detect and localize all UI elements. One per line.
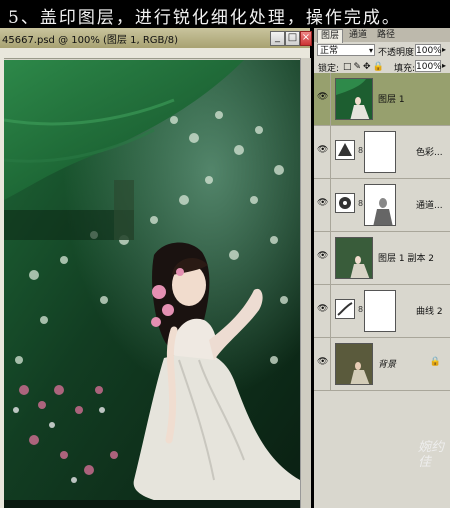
layer-thumbnail bbox=[335, 237, 373, 279]
step-caption: 5、盖印图层，进行锐化细化处理，操作完成。 bbox=[8, 8, 401, 28]
visibility-eye-icon[interactable]: 👁 bbox=[317, 251, 328, 261]
layer-name: 背景 bbox=[378, 360, 397, 370]
visibility-eye-icon[interactable]: 👁 bbox=[317, 198, 328, 208]
blend-mode-select[interactable]: 正常 ▾ bbox=[317, 44, 375, 56]
maximize-button[interactable]: □ bbox=[285, 31, 300, 46]
fill-arrow-icon[interactable]: ▸ bbox=[442, 61, 446, 70]
column-divider bbox=[330, 232, 331, 284]
layer-row[interactable]: 👁 图层 1 bbox=[314, 73, 450, 126]
mask-artwork bbox=[365, 185, 395, 225]
visibility-eye-icon[interactable]: 👁 bbox=[317, 304, 328, 314]
lock-row: 锁定: □✎✥🔒 填充: 100% ▸ bbox=[314, 59, 450, 74]
column-divider bbox=[330, 126, 331, 178]
opacity-label: 不透明度: bbox=[378, 48, 418, 58]
thumbnail-artwork bbox=[336, 79, 372, 119]
thumbnail-artwork bbox=[336, 238, 372, 278]
layer-name: 图层 1 副本 2 bbox=[378, 254, 435, 264]
layer-thumbnail bbox=[335, 343, 373, 385]
tutorial-caption-banner: 5、盖印图层，进行锐化细化处理，操作完成。 bbox=[0, 0, 450, 28]
color-balance-adjustment-icon bbox=[335, 140, 355, 160]
top-ruler bbox=[0, 48, 310, 59]
visibility-eye-icon[interactable]: 👁 bbox=[317, 145, 328, 155]
fill-input[interactable]: 100% bbox=[415, 60, 442, 72]
minimize-button[interactable]: _ bbox=[270, 31, 285, 46]
layers-panel: 图层 通道 路径 正常 ▾ 不透明度: 100% ▸ 锁定: □✎✥🔒 填充: … bbox=[314, 28, 450, 508]
lock-options-icons[interactable]: □✎✥🔒 bbox=[343, 62, 386, 72]
opacity-arrow-icon[interactable]: ▸ bbox=[442, 45, 446, 54]
layer-name: 图层 1 bbox=[378, 95, 405, 105]
blend-mode-value: 正常 bbox=[320, 46, 339, 56]
thumbnail-artwork bbox=[336, 344, 372, 384]
color-balance-glyph bbox=[338, 143, 352, 156]
visibility-eye-icon[interactable]: 👁 bbox=[317, 357, 328, 367]
curves-glyph bbox=[337, 302, 353, 316]
layer-name: 曲线 2 bbox=[416, 307, 443, 317]
chevron-down-icon: ▾ bbox=[368, 46, 373, 55]
layer-mask-thumbnail bbox=[364, 290, 396, 332]
tab-paths[interactable]: 路径 bbox=[374, 29, 398, 42]
column-divider bbox=[330, 179, 331, 231]
channel-mixer-glyph bbox=[339, 197, 351, 209]
link-chain-icon: 8 bbox=[358, 199, 364, 208]
close-button[interactable]: × bbox=[300, 31, 312, 46]
layer-row[interactable]: 👁 图层 1 副本 2 bbox=[314, 232, 450, 285]
layer-name: 通道... bbox=[416, 201, 443, 211]
layer-row[interactable]: 👁 8 通道... bbox=[314, 179, 450, 232]
image-canvas[interactable] bbox=[4, 60, 300, 508]
link-chain-icon: 8 bbox=[358, 305, 364, 314]
document-title: 45667.psd @ 100% (图层 1, RGB/8) bbox=[2, 35, 179, 46]
tab-layers[interactable]: 图层 bbox=[317, 29, 343, 43]
layer-name: 色彩... bbox=[416, 148, 443, 158]
curves-adjustment-icon bbox=[335, 299, 355, 319]
panel-tabs: 图层 通道 路径 bbox=[314, 28, 450, 43]
layer-mask-thumbnail bbox=[364, 131, 396, 173]
column-divider bbox=[330, 73, 331, 125]
blend-row: 正常 ▾ 不透明度: 100% ▸ bbox=[314, 42, 450, 58]
photo-artwork bbox=[4, 60, 300, 508]
vertical-scrollbar[interactable] bbox=[300, 58, 311, 508]
channel-mixer-adjustment-icon bbox=[335, 193, 355, 213]
column-divider bbox=[330, 285, 331, 337]
document-window: 45667.psd @ 100% (图层 1, RGB/8) _ □ × bbox=[0, 28, 312, 508]
link-chain-icon: 8 bbox=[358, 146, 364, 155]
layer-row[interactable]: 👁 背景 🔒 bbox=[314, 338, 450, 391]
visibility-eye-icon[interactable]: 👁 bbox=[317, 92, 328, 102]
layer-row[interactable]: 👁 8 色彩... bbox=[314, 126, 450, 179]
document-title-bar[interactable]: 45667.psd @ 100% (图层 1, RGB/8) _ □ × bbox=[0, 28, 312, 48]
layer-mask-thumbnail bbox=[364, 184, 396, 226]
artist-signature: 婉约佳 bbox=[418, 440, 445, 470]
tab-channels[interactable]: 通道 bbox=[346, 29, 370, 42]
layer-thumbnail bbox=[335, 78, 373, 120]
column-divider bbox=[330, 338, 331, 390]
opacity-input[interactable]: 100% bbox=[415, 44, 442, 56]
layer-row[interactable]: 👁 8 曲线 2 bbox=[314, 285, 450, 338]
lock-icon: 🔒 bbox=[429, 357, 441, 367]
